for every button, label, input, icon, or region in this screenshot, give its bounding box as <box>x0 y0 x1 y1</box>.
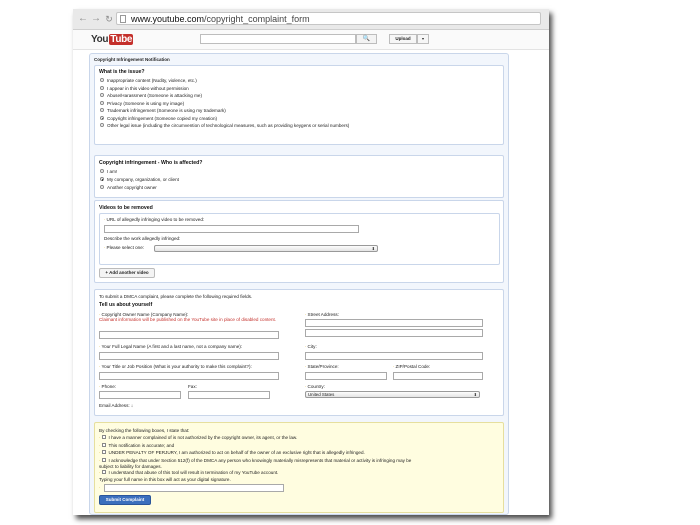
work-type-select[interactable]: ⬍ <box>154 245 378 252</box>
city-input[interactable] <box>305 352 483 360</box>
contact-section: To submit a DMCA complaint, please compl… <box>94 289 504 416</box>
reload-icon[interactable]: ↻ <box>103 13 115 25</box>
statement-item[interactable]: · I understand that abuse of this tool wi… <box>99 470 278 475</box>
video-entry: ·URL of allegedly infringing video to be… <box>99 213 500 265</box>
page-icon <box>120 15 126 23</box>
radio-button-checked[interactable] <box>100 115 104 120</box>
checkbox[interactable] <box>101 450 106 455</box>
checkbox[interactable] <box>101 470 106 475</box>
radio-button[interactable] <box>100 169 104 174</box>
affected-option[interactable]: Another copyright owner <box>100 185 157 190</box>
phone-input[interactable] <box>99 391 181 399</box>
statements-intro: By checking the following boxes, I state… <box>99 428 190 433</box>
email-label: Email Address: ↓ <box>99 403 134 408</box>
issue-option[interactable]: Inappropriate content (Nudity, violence,… <box>100 78 197 83</box>
back-arrow-icon[interactable]: ← <box>77 13 89 25</box>
upload-button[interactable]: Upload <box>389 34 417 44</box>
checkbox[interactable] <box>101 457 106 462</box>
radio-button[interactable] <box>100 108 104 113</box>
legal-name-input[interactable] <box>99 352 279 360</box>
statement-item-continued: subject to liability for damages. <box>99 463 162 469</box>
statement-item[interactable]: · This notification is accurate; and <box>99 443 174 448</box>
forward-arrow-icon[interactable]: → <box>90 13 102 25</box>
legal-name-label: ·Your Full Legal Name (A first and a las… <box>99 344 243 349</box>
statements-section: By checking the following boxes, I state… <box>94 422 504 513</box>
complaint-form: Copyright Infringement Notification What… <box>89 53 509 515</box>
issue-option[interactable]: I appear in this video without permissio… <box>100 86 189 91</box>
add-video-button[interactable]: + Add another video <box>99 268 155 278</box>
owner-name-note: Claimant information will be published o… <box>99 317 277 322</box>
job-title-label: ·Your Title or Job Position (What is you… <box>99 364 252 369</box>
logo-you: You <box>91 34 109 45</box>
affected-option[interactable]: I am! <box>100 169 117 174</box>
issue-section: What is the issue? Inappropriate content… <box>94 65 504 145</box>
fax-label: Fax: <box>188 384 197 389</box>
upload-dropdown-icon[interactable]: ▾ <box>417 34 429 44</box>
radio-button[interactable] <box>100 100 104 105</box>
signature-marker: · <box>99 485 101 490</box>
search-icon: 🔍 <box>362 36 371 42</box>
issue-option-selected[interactable]: Copyright infringement (Someone copied m… <box>100 116 217 121</box>
address-bar[interactable]: www.youtube.com/copyright_complaint_form <box>116 12 541 25</box>
radio-button[interactable] <box>100 123 104 128</box>
youtube-logo[interactable]: You Tube <box>91 34 134 45</box>
form-title: Copyright Infringement Notification <box>94 57 170 62</box>
street-input-2[interactable] <box>305 329 483 337</box>
checkbox[interactable] <box>101 435 106 440</box>
statement-item[interactable]: · I acknowledge that under Section 512(f)… <box>99 458 411 463</box>
street-label: ·Street Address: <box>305 312 339 317</box>
checkbox[interactable] <box>101 442 106 447</box>
issue-option[interactable]: Abuse/Harassment (Someone is attacking m… <box>100 93 202 98</box>
videos-heading: Videos to be removed <box>99 205 153 211</box>
affected-heading: Copyright infringement - Who is affected… <box>99 160 203 166</box>
url-domain: www.youtube.com <box>131 14 205 24</box>
select-arrow-icon: ⬍ <box>473 392 477 397</box>
browser-window: ← → ↻ www.youtube.com/copyright_complain… <box>73 9 549 515</box>
country-select[interactable]: United States ⬍ <box>305 391 480 398</box>
submit-complaint-button[interactable]: Submit Complaint <box>99 495 151 505</box>
phone-label: ·Phone: <box>99 384 117 389</box>
fax-input[interactable] <box>188 391 270 399</box>
state-label: ·State/Province: <box>305 364 339 369</box>
logo-tube: Tube <box>109 34 134 45</box>
search-input[interactable] <box>200 34 356 44</box>
state-input[interactable] <box>305 372 387 380</box>
affected-option-selected[interactable]: My company, organization, or client <box>100 177 179 182</box>
select-label: ·Please select one: <box>104 245 145 250</box>
job-title-input[interactable] <box>99 372 279 380</box>
issue-option[interactable]: Privacy (Someone is using my image) <box>100 101 184 106</box>
video-url-label: ·URL of allegedly infringing video to be… <box>104 217 205 222</box>
zip-label: ·ZIP/Postal Code: <box>393 364 431 369</box>
radio-button[interactable] <box>100 93 104 98</box>
signature-input[interactable] <box>104 484 284 492</box>
select-arrow-icon: ⬍ <box>371 246 375 251</box>
radio-button[interactable] <box>100 85 104 90</box>
signature-label: Typing your full name in this box will a… <box>99 477 231 482</box>
video-url-input[interactable] <box>104 225 359 233</box>
url-path: /copyright_complaint_form <box>204 14 310 24</box>
country-label: ·Country: <box>305 384 325 389</box>
browser-toolbar: ← → ↻ www.youtube.com/copyright_complain… <box>73 9 549 30</box>
street-input-1[interactable] <box>305 319 483 327</box>
statement-item[interactable]: · UNDER PENALTY OF PERJURY, I am authoriz… <box>99 450 365 455</box>
city-label: ·City: <box>305 344 317 349</box>
zip-input[interactable] <box>393 372 483 380</box>
contact-heading: Tell us about yourself <box>99 302 153 308</box>
radio-button-checked[interactable] <box>100 177 104 182</box>
videos-section: Videos to be removed ·URL of allegedly i… <box>94 200 504 283</box>
radio-button[interactable] <box>100 185 104 190</box>
radio-button[interactable] <box>100 78 104 83</box>
issue-option[interactable]: Other legal issue (including the circumv… <box>100 123 349 128</box>
dmca-intro: To submit a DMCA complaint, please compl… <box>99 294 253 299</box>
youtube-header: You Tube 🔍 Upload ▾ <box>73 30 549 50</box>
search-button[interactable]: 🔍 <box>356 34 377 44</box>
affected-section: Copyright infringement - Who is affected… <box>94 155 504 198</box>
describe-work-label: Describe the work allegedly infringed: <box>104 236 181 241</box>
issue-option[interactable]: Trademark infringement (Someone is using… <box>100 108 226 113</box>
issue-heading: What is the issue? <box>99 69 145 75</box>
owner-name-input[interactable] <box>99 331 279 339</box>
statement-item[interactable]: · I have a manner complained of is not au… <box>99 435 297 440</box>
